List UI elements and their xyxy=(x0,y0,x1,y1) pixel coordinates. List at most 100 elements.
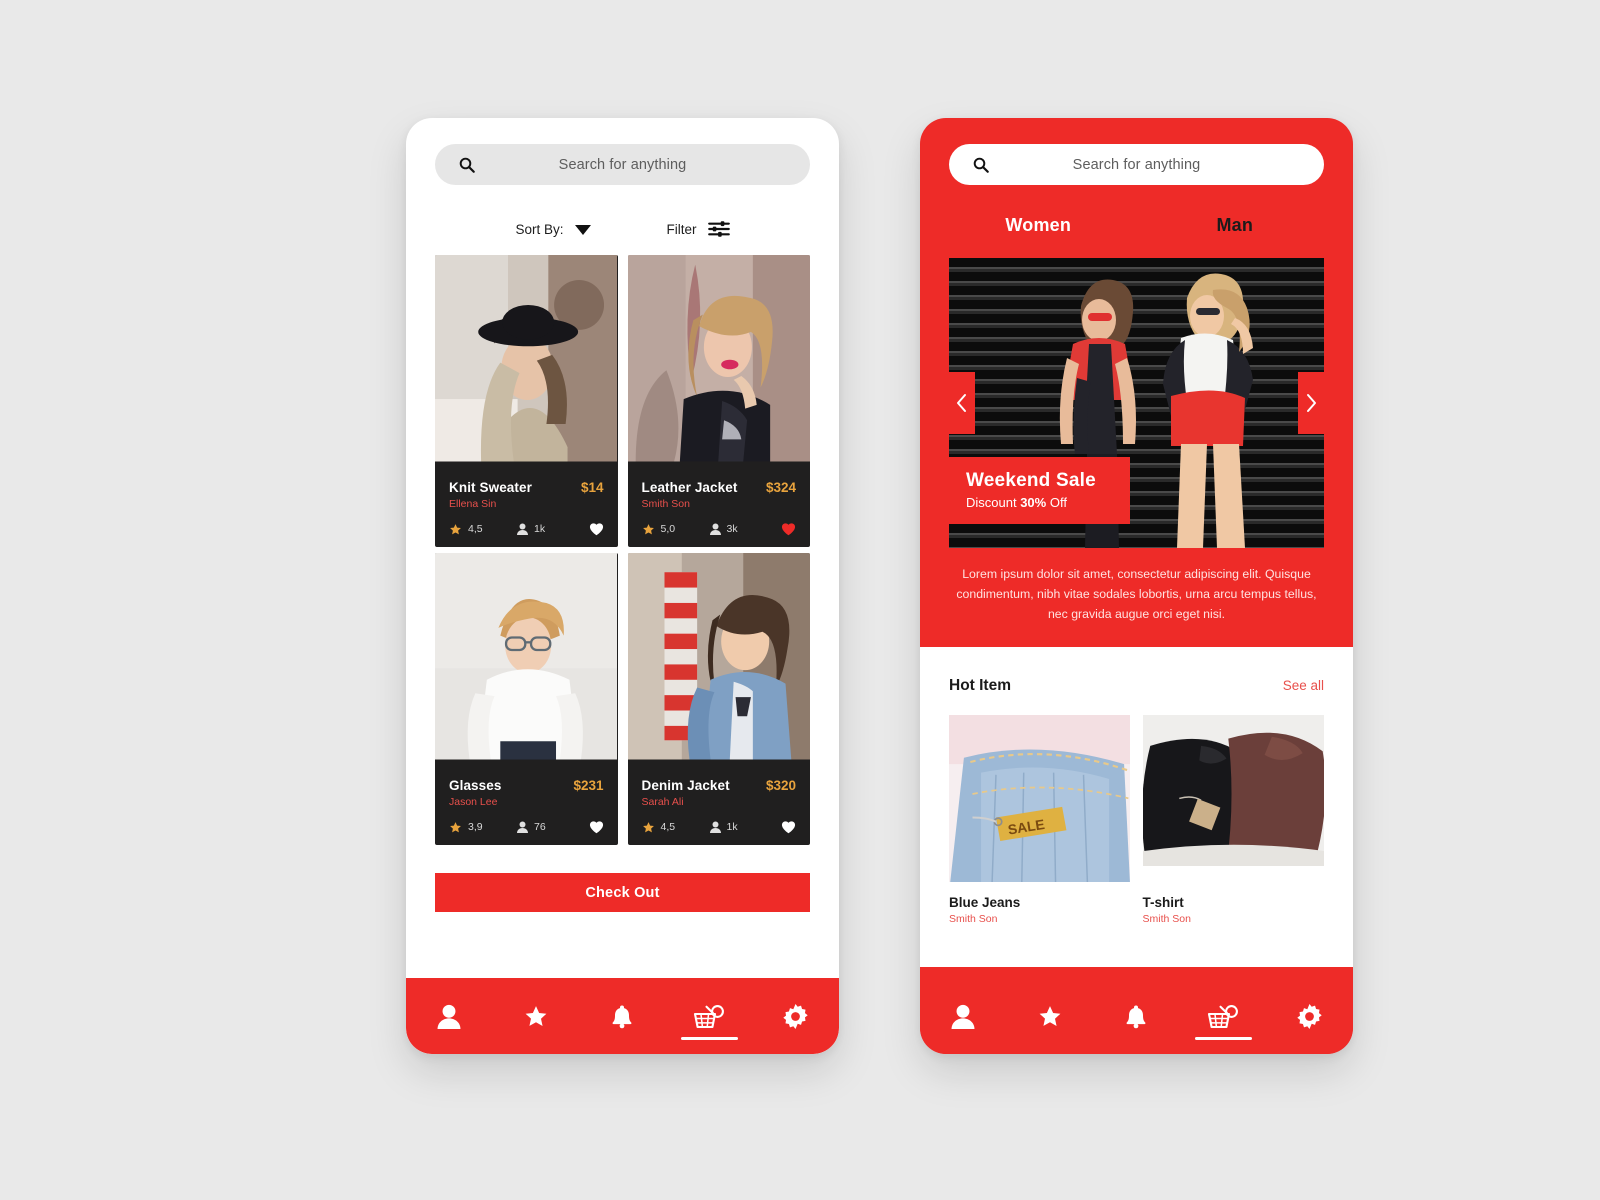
product-photo-glasses xyxy=(435,553,618,768)
product-info: Knit Sweater $14 Ellena Sin 4,5 1k xyxy=(435,470,618,547)
tab-favorites[interactable] xyxy=(1007,978,1094,1054)
views-value: 1k xyxy=(726,821,738,833)
star-icon xyxy=(1039,1005,1061,1026)
tab-profile[interactable] xyxy=(406,978,493,1054)
checkout-button[interactable]: Check Out xyxy=(435,873,810,912)
product-photo-leather-jacket xyxy=(627,255,811,470)
product-price: $320 xyxy=(765,778,796,793)
person-icon xyxy=(709,821,721,833)
product-title: Knit Sweater xyxy=(449,480,532,495)
star-icon xyxy=(642,821,654,832)
tab-cart[interactable] xyxy=(666,978,753,1054)
chevron-down-icon xyxy=(574,225,591,235)
person-icon xyxy=(437,1004,461,1029)
product-views: 1k xyxy=(517,523,589,535)
favorite-button[interactable] xyxy=(589,522,604,536)
chevron-left-icon xyxy=(957,394,966,412)
product-views: 76 xyxy=(517,821,589,833)
product-rating: 3,9 xyxy=(449,821,517,834)
hot-item-name: T-shirt xyxy=(1142,894,1184,910)
tab-notifications[interactable] xyxy=(579,978,666,1054)
star-icon xyxy=(642,523,654,534)
favorite-button[interactable] xyxy=(781,820,796,834)
bottom-tabbar-left xyxy=(406,978,839,1054)
product-title: Glasses xyxy=(449,778,502,793)
tab-settings[interactable] xyxy=(752,978,839,1054)
hot-item-panel: Hot Item See all SALE Blue Jeans Smith S… xyxy=(920,646,1353,967)
product-photo-knit-sweater xyxy=(435,255,618,470)
sort-by-control[interactable]: Sort By: xyxy=(515,221,591,237)
banner-next-button[interactable] xyxy=(1298,372,1324,434)
hot-item-photo-tshirt xyxy=(1142,714,1325,882)
bell-icon xyxy=(612,1005,632,1028)
person-icon xyxy=(709,523,721,535)
promo-description: Lorem ipsum dolor sit amet, consectetur … xyxy=(956,567,1317,621)
tab-profile[interactable] xyxy=(920,978,1007,1054)
search-placeholder: Search for anything xyxy=(558,156,687,173)
discount-suffix: Off xyxy=(1046,495,1067,510)
sort-filter-row: Sort By: Filter xyxy=(406,221,839,237)
product-title: Denim Jacket xyxy=(641,778,730,793)
promo-banner: Weekend Sale Discount 30% Off xyxy=(949,258,1324,548)
favorite-button[interactable] xyxy=(781,522,796,536)
bottom-tabbar-right xyxy=(920,978,1353,1054)
star-icon xyxy=(525,1005,547,1026)
search-section-right: Search for anything xyxy=(920,118,1353,185)
filter-control[interactable]: Filter xyxy=(667,221,730,237)
person-icon xyxy=(951,1004,975,1029)
gear-icon xyxy=(1297,1003,1322,1029)
discount-prefix: Discount xyxy=(966,495,1021,510)
star-icon xyxy=(450,523,461,534)
discount-value: 30% xyxy=(1020,495,1047,510)
star-icon xyxy=(450,821,461,832)
product-info: Glasses $231 Jason Lee 3,9 76 xyxy=(435,768,618,845)
product-title: Leather Jacket xyxy=(641,480,738,495)
tab-women[interactable]: Women xyxy=(940,215,1137,236)
hot-item-header: Hot Item See all xyxy=(949,647,1324,695)
product-card[interactable]: Leather Jacket $324 Smith Son 5,0 3k xyxy=(627,255,811,547)
tab-settings[interactable] xyxy=(1266,978,1353,1054)
tab-notifications[interactable] xyxy=(1093,978,1180,1054)
rating-value: 4,5 xyxy=(660,821,676,833)
bell-icon xyxy=(1126,1005,1146,1028)
search-input[interactable]: Search for anything xyxy=(949,144,1324,185)
active-tab-indicator xyxy=(1194,1037,1252,1040)
product-card[interactable]: Knit Sweater $14 Ellena Sin 4,5 1k xyxy=(435,255,618,547)
heart-icon xyxy=(589,523,603,536)
heart-icon xyxy=(781,821,796,834)
search-placeholder: Search for anything xyxy=(1072,156,1201,173)
product-price: $231 xyxy=(573,778,604,793)
hot-item-card[interactable]: SALE Blue Jeans Smith Son xyxy=(949,714,1131,925)
hot-item-seller: Smith Son xyxy=(949,912,998,925)
favorite-button[interactable] xyxy=(589,820,604,834)
search-icon xyxy=(973,157,989,173)
product-price: $324 xyxy=(765,480,796,495)
banner-subtitle: Discount 30% Off xyxy=(966,495,1096,510)
tab-cart[interactable] xyxy=(1180,978,1267,1054)
search-section-left: Search for anything xyxy=(406,118,839,185)
category-tabs: Women Man xyxy=(920,215,1353,236)
tab-man[interactable]: Man xyxy=(1137,215,1334,236)
product-info: Denim Jacket $320 Sarah Ali 4,5 1k xyxy=(628,768,811,845)
phone-screen-home: Search for anything Women Man Weekend Sa… xyxy=(920,118,1353,1054)
product-card[interactable]: Denim Jacket $320 Sarah Ali 4,5 1k xyxy=(627,553,811,845)
tab-favorites[interactable] xyxy=(493,978,580,1054)
search-input[interactable]: Search for anything xyxy=(435,144,810,185)
person-icon xyxy=(517,821,528,833)
hot-item-grid: SALE Blue Jeans Smith Son T-shirt Smith … xyxy=(949,714,1325,925)
basket-icon xyxy=(1208,1004,1239,1028)
hot-item-title: Hot Item xyxy=(949,676,1011,694)
product-views: 1k xyxy=(709,821,782,833)
person-icon xyxy=(517,523,528,535)
sort-by-label: Sort By: xyxy=(515,221,564,237)
product-price: $14 xyxy=(580,480,604,495)
gear-icon xyxy=(783,1003,808,1029)
product-card[interactable]: Glasses $231 Jason Lee 3,9 76 xyxy=(435,553,618,845)
hot-item-card[interactable]: T-shirt Smith Son xyxy=(1142,714,1325,925)
see-all-link[interactable]: See all xyxy=(1283,678,1324,693)
product-views: 3k xyxy=(709,523,782,535)
banner-prev-button[interactable] xyxy=(949,372,975,434)
chevron-right-icon xyxy=(1307,394,1316,412)
product-rating: 4,5 xyxy=(449,523,517,536)
filter-sliders-icon xyxy=(707,221,730,237)
